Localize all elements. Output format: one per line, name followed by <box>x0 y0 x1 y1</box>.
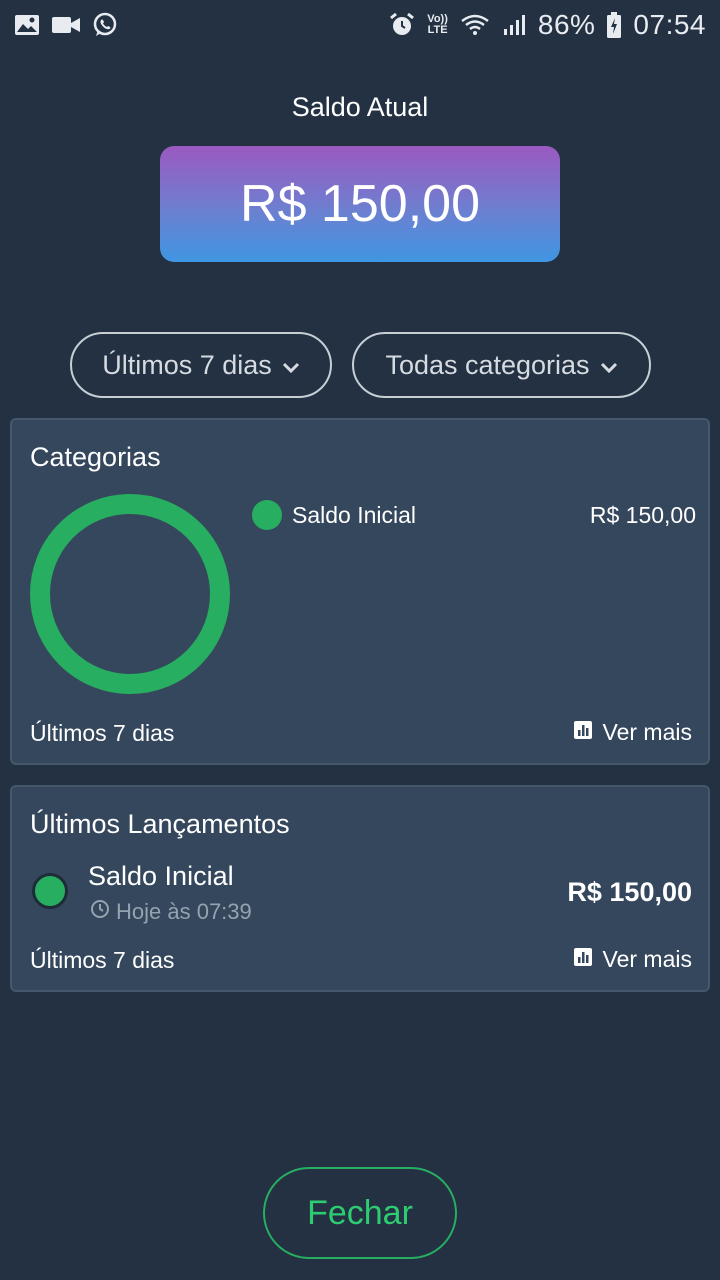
recent-entries-see-more-button[interactable]: Ver mais <box>573 946 692 973</box>
legend-color-dot <box>252 500 282 530</box>
entry-name: Saldo Inicial <box>88 861 234 891</box>
category-filter-dropdown[interactable]: Todas categorias <box>352 332 651 398</box>
balance-amount-box: R$ 150,00 <box>160 146 560 262</box>
legend-item-left: Saldo Inicial <box>252 500 416 530</box>
donut-slice-saldo-inicial <box>30 494 230 694</box>
alarm-icon <box>389 12 415 38</box>
legend-item: Saldo Inicial R$ 150,00 <box>252 500 696 530</box>
video-camera-icon <box>52 16 80 34</box>
volte-indicator: Vo)) LTE <box>427 14 448 36</box>
battery-percent: 86% <box>537 9 596 40</box>
lte-label: LTE <box>427 24 448 36</box>
status-bar: Vo)) LTE 86% 07:54 <box>0 0 720 50</box>
image-icon <box>14 14 40 36</box>
balance-label: Saldo Atual <box>291 92 429 122</box>
status-bar-left <box>14 12 118 38</box>
see-more-label: Ver mais <box>602 719 692 745</box>
categories-donut-chart <box>30 494 230 694</box>
period-filter-dropdown[interactable]: Últimos 7 dias <box>70 332 332 398</box>
clock-icon <box>90 899 110 925</box>
balance-amount: R$ 150,00 <box>240 175 480 233</box>
legend-item-value: R$ 150,00 <box>589 501 696 528</box>
category-filter-label: Todas categorias <box>385 349 590 380</box>
entry-color-dot <box>32 873 68 909</box>
bar-chart-icon <box>573 719 593 746</box>
battery-icon <box>607 12 622 38</box>
entry-time-text: Hoje às 07:39 <box>116 899 252 924</box>
legend-item-name: Saldo Inicial <box>292 501 417 528</box>
bar-chart-icon <box>573 946 593 973</box>
wifi-icon <box>460 13 490 37</box>
recent-entries-title: Últimos Lançamentos <box>30 809 290 839</box>
recent-entries-footer-period: Últimos 7 dias <box>30 947 175 973</box>
recent-entries-card: Últimos Lançamentos Saldo Inicial Hoje à… <box>10 785 710 992</box>
close-button-label: Fechar <box>307 1193 413 1232</box>
chevron-down-icon <box>282 350 300 381</box>
clock: 07:54 <box>633 9 706 40</box>
entry-time: Hoje às 07:39 <box>90 899 252 925</box>
entry-amount: R$ 150,00 <box>567 877 692 907</box>
status-bar-right: Vo)) LTE 86% 07:54 <box>389 9 706 41</box>
period-filter-label: Últimos 7 dias <box>102 349 272 380</box>
close-button[interactable]: Fechar <box>263 1167 457 1259</box>
whatsapp-icon <box>92 12 118 38</box>
categories-see-more-button[interactable]: Ver mais <box>573 719 692 746</box>
categories-title: Categorias <box>30 442 161 472</box>
categories-card: Categorias Saldo Inicial R$ 150,00 Últim… <box>10 418 710 765</box>
see-more-label: Ver mais <box>602 946 692 972</box>
categories-footer-period: Últimos 7 dias <box>30 720 175 746</box>
signal-icon <box>502 13 526 37</box>
chevron-down-icon <box>600 350 618 381</box>
